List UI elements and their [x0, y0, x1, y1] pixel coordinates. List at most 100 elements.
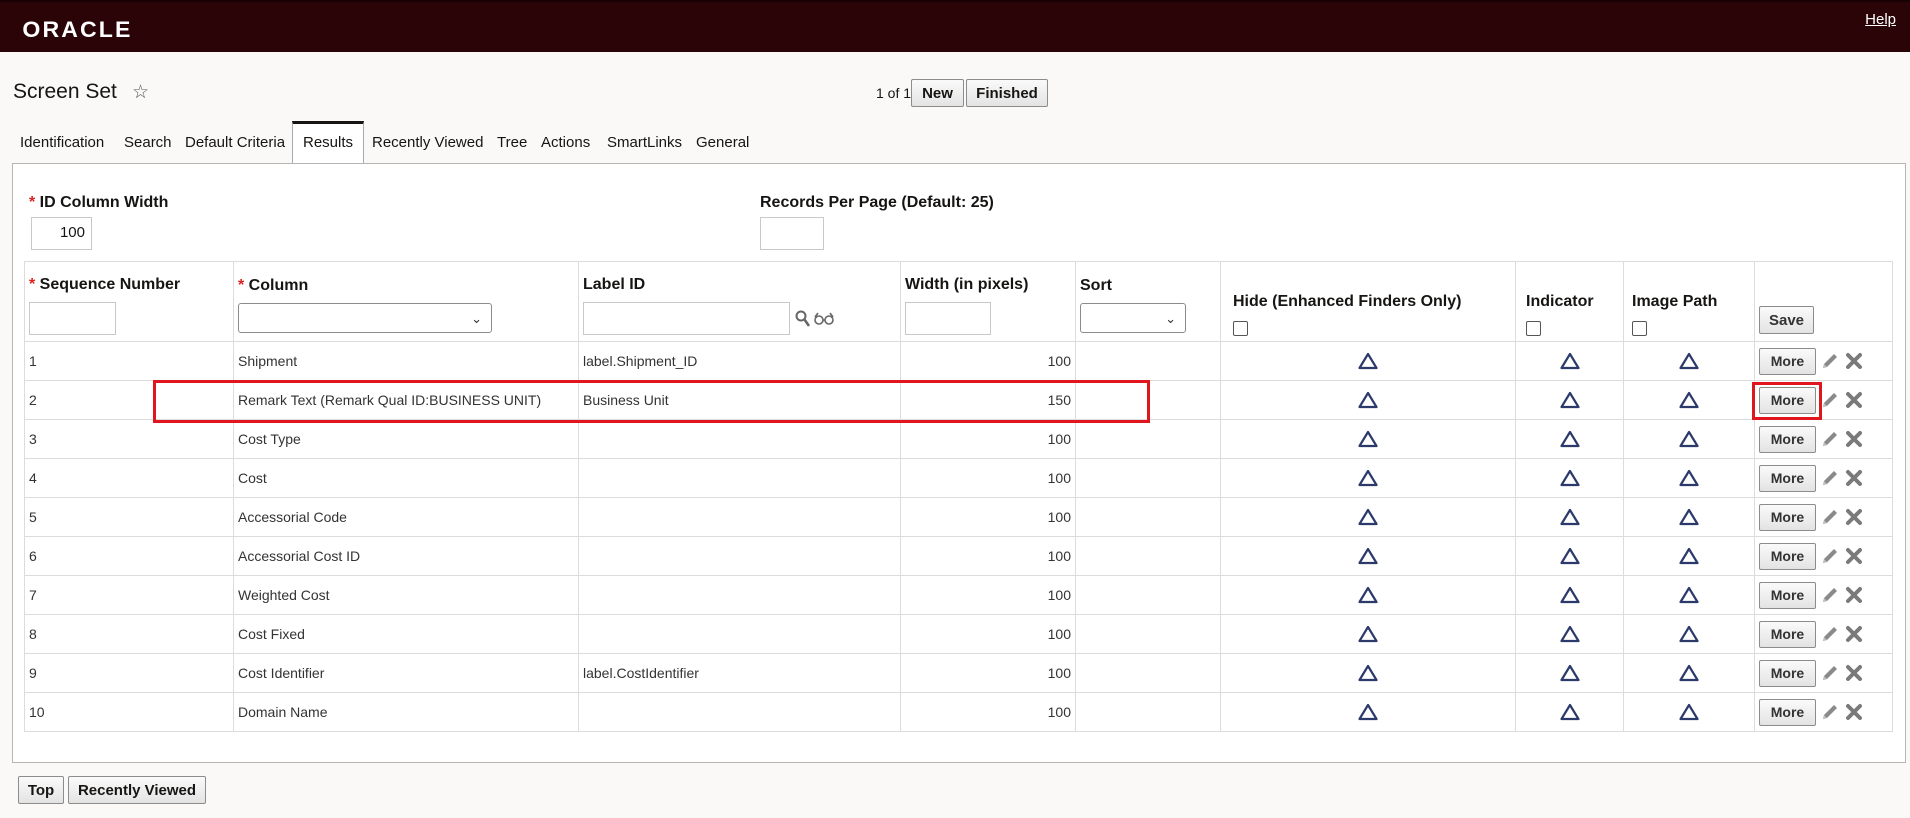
- row-actions: More: [1754, 497, 1893, 537]
- hide-header: Hide (Enhanced Finders Only): [1220, 261, 1516, 342]
- edit-pencil-icon[interactable]: [1820, 585, 1840, 605]
- edit-pencil-icon[interactable]: [1820, 546, 1840, 566]
- row-label-id: [578, 458, 901, 498]
- width-filter-input[interactable]: [905, 302, 991, 335]
- row-column: Accessorial Cost ID: [233, 536, 579, 576]
- warning-triangle-icon: [1358, 664, 1378, 682]
- delete-x-icon[interactable]: [1844, 624, 1864, 644]
- more-button[interactable]: More: [1759, 581, 1816, 609]
- warning-triangle-icon: [1679, 664, 1699, 682]
- tab-search[interactable]: Search: [124, 121, 172, 164]
- row-column: Cost Identifier: [233, 653, 579, 693]
- row-width: 100: [900, 536, 1076, 576]
- finished-button[interactable]: Finished: [966, 79, 1048, 107]
- search-icon[interactable]: [795, 310, 811, 328]
- table-row: 6 Accessorial Cost ID 100 More: [24, 536, 1893, 576]
- page-title: Screen Set: [13, 80, 117, 103]
- delete-x-icon[interactable]: [1844, 663, 1864, 683]
- row-indicator: [1515, 419, 1624, 459]
- edit-pencil-icon[interactable]: [1820, 663, 1840, 683]
- delete-x-icon[interactable]: [1844, 390, 1864, 410]
- delete-x-icon[interactable]: [1844, 507, 1864, 527]
- delete-x-icon[interactable]: [1844, 702, 1864, 722]
- more-button[interactable]: More: [1759, 503, 1816, 531]
- delete-x-icon[interactable]: [1844, 546, 1864, 566]
- warning-triangle-icon: [1559, 625, 1580, 643]
- warning-triangle-icon: [1679, 391, 1699, 409]
- tab-smartlinks[interactable]: SmartLinks: [607, 121, 682, 164]
- row-width: 100: [900, 614, 1076, 654]
- row-seq: 5: [24, 497, 234, 537]
- delete-x-icon[interactable]: [1844, 468, 1864, 488]
- row-seq: 1: [24, 341, 234, 381]
- more-button[interactable]: More: [1759, 464, 1816, 492]
- warning-triangle-icon: [1559, 430, 1580, 448]
- row-actions: More: [1754, 575, 1893, 615]
- seq-filter-input[interactable]: [29, 302, 116, 335]
- tab-identification[interactable]: Identification: [20, 121, 104, 164]
- row-indicator: [1515, 380, 1624, 420]
- row-image-path: [1623, 575, 1755, 615]
- edit-pencil-icon[interactable]: [1820, 702, 1840, 722]
- save-button[interactable]: Save: [1759, 306, 1814, 334]
- image-path-header: Image Path: [1623, 261, 1755, 342]
- tab-default-criteria[interactable]: Default Criteria: [185, 121, 285, 164]
- glasses-icon[interactable]: [814, 312, 834, 326]
- table-row: 1 Shipment label.Shipment_ID 100 More: [24, 341, 1893, 381]
- warning-triangle-icon: [1679, 547, 1699, 565]
- more-button[interactable]: More: [1759, 620, 1816, 648]
- table-row: 2 Remark Text (Remark Qual ID:BUSINESS UN…: [24, 380, 1893, 420]
- row-hide: [1220, 341, 1516, 381]
- column-select[interactable]: ⌄: [238, 303, 492, 333]
- more-button[interactable]: More: [1759, 347, 1816, 375]
- edit-pencil-icon[interactable]: [1820, 468, 1840, 488]
- table-row: 3 Cost Type 100 More: [24, 419, 1893, 459]
- image-path-checkbox[interactable]: [1632, 321, 1647, 336]
- top-button[interactable]: Top: [18, 776, 64, 804]
- table-row: 5 Accessorial Code 100 More: [24, 497, 1893, 537]
- recently-viewed-button[interactable]: Recently Viewed: [68, 776, 206, 804]
- row-sort: [1075, 692, 1221, 732]
- id-column-width-input[interactable]: 100: [31, 217, 92, 250]
- tab-results[interactable]: Results: [292, 121, 365, 164]
- column-header: * Column ⌄: [233, 261, 579, 342]
- warning-triangle-icon: [1358, 469, 1378, 487]
- more-button[interactable]: More: [1759, 698, 1816, 726]
- new-button[interactable]: New: [911, 79, 964, 107]
- records-per-page-input[interactable]: [760, 217, 824, 250]
- tab-tree[interactable]: Tree: [497, 121, 527, 164]
- edit-pencil-icon[interactable]: [1820, 507, 1840, 527]
- help-link[interactable]: Help: [1865, 11, 1896, 28]
- delete-x-icon[interactable]: [1844, 429, 1864, 449]
- more-button[interactable]: More: [1759, 425, 1816, 453]
- row-label-id: [578, 614, 901, 654]
- more-button[interactable]: More: [1759, 659, 1816, 687]
- tab-general[interactable]: General: [696, 121, 749, 164]
- delete-x-icon[interactable]: [1844, 351, 1864, 371]
- row-width: 100: [900, 575, 1076, 615]
- edit-pencil-icon[interactable]: [1820, 429, 1840, 449]
- hide-checkbox[interactable]: [1233, 321, 1248, 336]
- row-sort: [1075, 419, 1221, 459]
- results-grid: * Sequence Number * Column ⌄ Label ID Wi…: [24, 261, 1893, 732]
- tab-actions[interactable]: Actions: [541, 121, 590, 164]
- indicator-checkbox[interactable]: [1526, 321, 1541, 336]
- delete-x-icon[interactable]: [1844, 585, 1864, 605]
- records-per-page-label: Records Per Page (Default: 25): [760, 194, 994, 211]
- edit-pencil-icon[interactable]: [1820, 390, 1840, 410]
- tab-recently-viewed[interactable]: Recently Viewed: [372, 121, 483, 164]
- edit-pencil-icon[interactable]: [1820, 351, 1840, 371]
- row-sort: [1075, 458, 1221, 498]
- more-button[interactable]: More: [1759, 386, 1816, 414]
- favorite-star-icon[interactable]: ☆: [132, 81, 149, 104]
- row-image-path: [1623, 614, 1755, 654]
- row-image-path: [1623, 341, 1755, 381]
- row-indicator: [1515, 536, 1624, 576]
- row-column: Accessorial Code: [233, 497, 579, 537]
- edit-pencil-icon[interactable]: [1820, 624, 1840, 644]
- sort-select[interactable]: ⌄: [1080, 303, 1186, 333]
- more-button[interactable]: More: [1759, 542, 1816, 570]
- warning-triangle-icon: [1358, 391, 1378, 409]
- label-id-input[interactable]: [583, 302, 790, 335]
- warning-triangle-icon: [1679, 586, 1699, 604]
